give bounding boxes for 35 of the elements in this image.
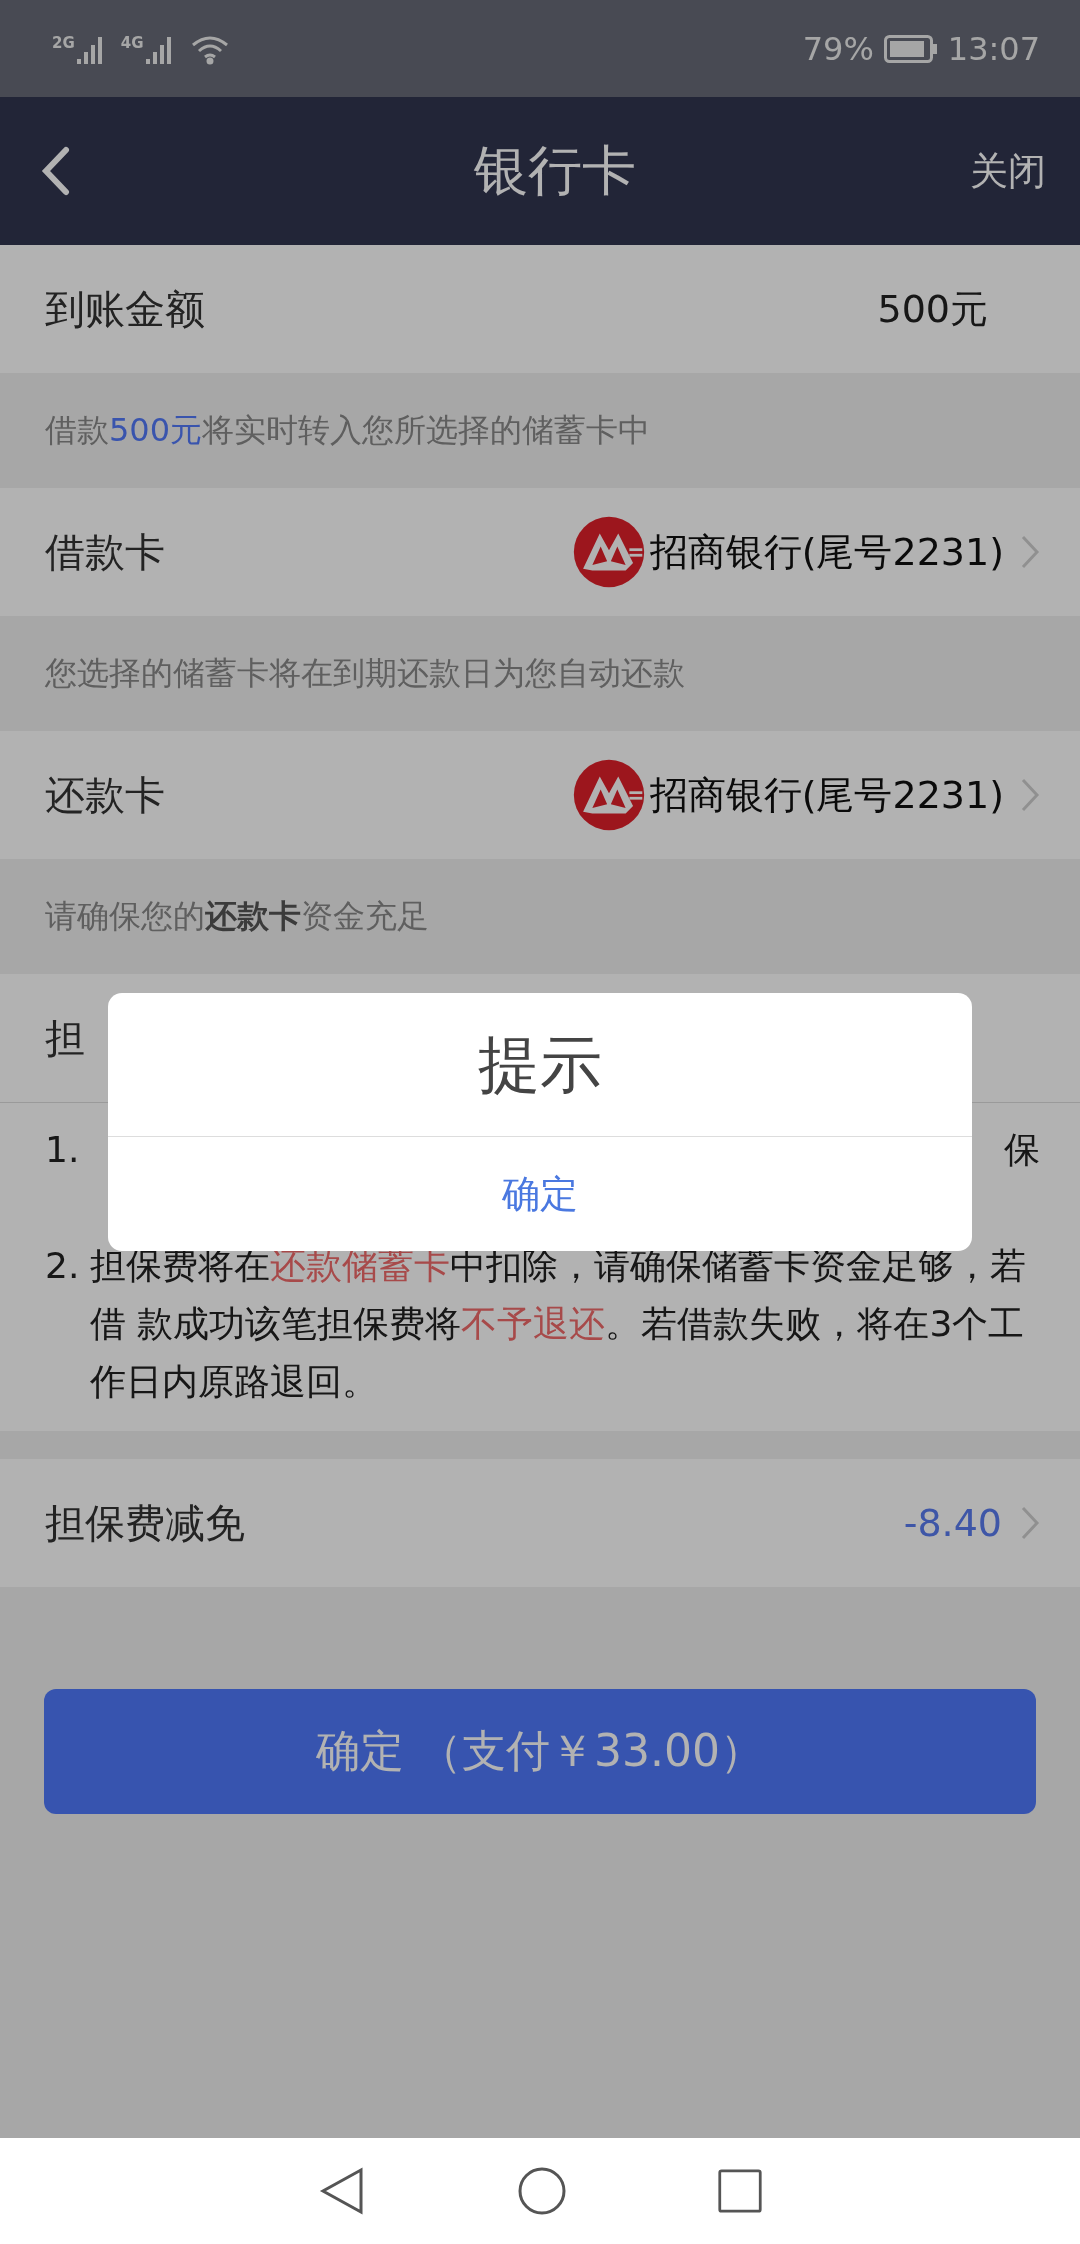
network-type: 2G	[52, 33, 75, 52]
hint-text: 借款500元将实时转入您所选择的储蓄卡中	[44, 409, 652, 451]
home-icon[interactable]	[517, 2166, 567, 2216]
dialog-ok-button[interactable]: 确定	[108, 1137, 972, 1251]
bank-name: 招商银行(尾号2231)	[649, 771, 1004, 819]
logo-icon	[571, 758, 646, 832]
note-number: 2.	[45, 1244, 81, 1288]
card-row[interactable]: 借款卡 招商银行(尾号2231)	[0, 488, 1080, 616]
battery-percent: 79%	[802, 29, 874, 68]
note-number: 1.	[45, 1128, 81, 1172]
chevron-icon	[1020, 534, 1040, 570]
clock: 13:07	[947, 29, 1040, 68]
bank-name: 招商银行(尾号2231)	[649, 528, 1004, 576]
card-row[interactable]: 还款卡 招商银行(尾号2231)	[0, 731, 1080, 859]
chevron-icon	[1020, 777, 1040, 813]
row-value: 500元	[877, 285, 988, 333]
discount-row[interactable]: 担保费减免 -8.40	[0, 1459, 1080, 1587]
row-label: 借款卡	[45, 527, 165, 577]
battery-icon	[883, 34, 938, 63]
dialog-title: 提示	[108, 993, 972, 1137]
row-label: 担保费减免	[45, 1498, 245, 1548]
discount-value: -8.40	[903, 1501, 1002, 1545]
note-text: 保	[1004, 1128, 1040, 1172]
row-label: 担	[45, 1013, 85, 1063]
page-title: 银行卡	[473, 137, 637, 204]
back-icon[interactable]	[40, 146, 70, 196]
row-label: 到账金额	[45, 284, 205, 334]
row-label: 还款卡	[45, 770, 165, 820]
network-type: 4G	[120, 33, 144, 52]
recents-icon[interactable]	[717, 2168, 763, 2214]
hint-text: 请确保您的还款卡资金充足	[44, 895, 430, 937]
hint-text: 您选择的储蓄卡将在到期还款日为您自动还款	[44, 652, 686, 694]
chevron-icon	[1020, 1505, 1040, 1541]
close-button[interactable]: 关闭	[970, 145, 1046, 197]
logo-icon	[571, 515, 646, 589]
